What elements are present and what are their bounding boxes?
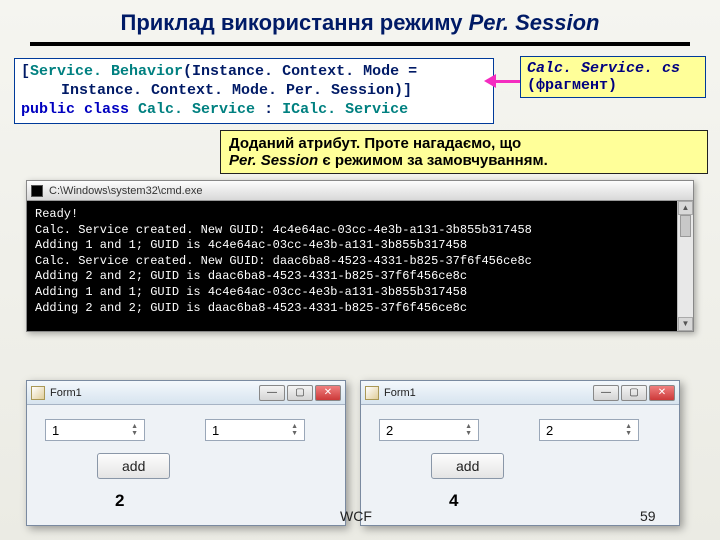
page-number: 59 <box>640 508 656 524</box>
spinner-icon[interactable]: ▲▼ <box>291 423 298 437</box>
form1-titlebar[interactable]: Form1 — ▢ ✕ <box>27 381 345 405</box>
form-window-2: Form1 — ▢ ✕ 2 ▲▼ 2 ▲▼ add 4 <box>360 380 680 526</box>
slide-title: Приклад використання режиму Per. Session <box>0 0 720 42</box>
form1-input-a[interactable]: 1 ▲▼ <box>45 419 145 441</box>
close-button[interactable]: ✕ <box>649 385 675 401</box>
arrow-head-icon <box>484 74 496 88</box>
form1-result: 2 <box>115 491 327 511</box>
title-italic: Per. Session <box>469 10 600 35</box>
code-line-3: public class Calc. Service : ICalc. Serv… <box>21 101 487 120</box>
minimize-button[interactable]: — <box>259 385 285 401</box>
form2-input-a[interactable]: 2 ▲▼ <box>379 419 479 441</box>
form2-result: 4 <box>449 491 661 511</box>
note-line1: Доданий атрибут. Проте нагадаємо, що <box>229 135 521 152</box>
form-window-1: Form1 — ▢ ✕ 1 ▲▼ 1 ▲▼ add 2 <box>26 380 346 526</box>
title-underline <box>30 42 690 46</box>
code-line-1: [Service. Behavior(Instance. Context. Mo… <box>21 63 487 82</box>
file-label-box: Calc. Service. cs (фрагмент) <box>520 56 706 98</box>
spinner-icon[interactable]: ▲▼ <box>625 423 632 437</box>
form2-titlebar[interactable]: Form1 — ▢ ✕ <box>361 381 679 405</box>
code-snippet-box: [Service. Behavior(Instance. Context. Mo… <box>14 58 494 124</box>
form1-input-b[interactable]: 1 ▲▼ <box>205 419 305 441</box>
cmd-window: C:\Windows\system32\cmd.exe Ready! Calc.… <box>26 180 694 332</box>
note-persession: Per. Session <box>229 152 318 169</box>
form2-input-b[interactable]: 2 ▲▼ <box>539 419 639 441</box>
close-button[interactable]: ✕ <box>315 385 341 401</box>
spinner-icon[interactable]: ▲▼ <box>131 423 138 437</box>
code-line-2: Instance. Context. Mode. Per. Session)] <box>21 82 487 101</box>
form-icon <box>31 386 45 400</box>
form2-title: Form1 <box>384 387 416 399</box>
arrow-line <box>494 80 520 83</box>
form1-title: Form1 <box>50 387 82 399</box>
scroll-down-icon[interactable]: ▼ <box>678 317 693 331</box>
note-line2b: є режимом за замовчуванням. <box>318 152 548 169</box>
footer-wcf: WCF <box>340 508 372 524</box>
file-frag: (фрагмент) <box>527 77 699 94</box>
cmd-output: Ready! Calc. Service created. New GUID: … <box>27 201 693 331</box>
scroll-thumb[interactable] <box>680 215 691 237</box>
maximize-button[interactable]: ▢ <box>621 385 647 401</box>
maximize-button[interactable]: ▢ <box>287 385 313 401</box>
note-box: Доданий атрибут. Проте нагадаємо, що Per… <box>220 130 708 174</box>
spinner-icon[interactable]: ▲▼ <box>465 423 472 437</box>
scroll-up-icon[interactable]: ▲ <box>678 201 693 215</box>
cmd-titlebar[interactable]: C:\Windows\system32\cmd.exe <box>27 181 693 201</box>
minimize-button[interactable]: — <box>593 385 619 401</box>
title-text: Приклад використання режиму <box>121 10 469 35</box>
form-icon <box>365 386 379 400</box>
cmd-scrollbar[interactable]: ▲ ▼ <box>677 201 693 331</box>
file-name: Calc. Service. cs <box>527 60 699 77</box>
form1-add-button[interactable]: add <box>97 453 170 479</box>
form2-add-button[interactable]: add <box>431 453 504 479</box>
cmd-icon <box>31 185 43 197</box>
cmd-title: C:\Windows\system32\cmd.exe <box>49 185 202 197</box>
